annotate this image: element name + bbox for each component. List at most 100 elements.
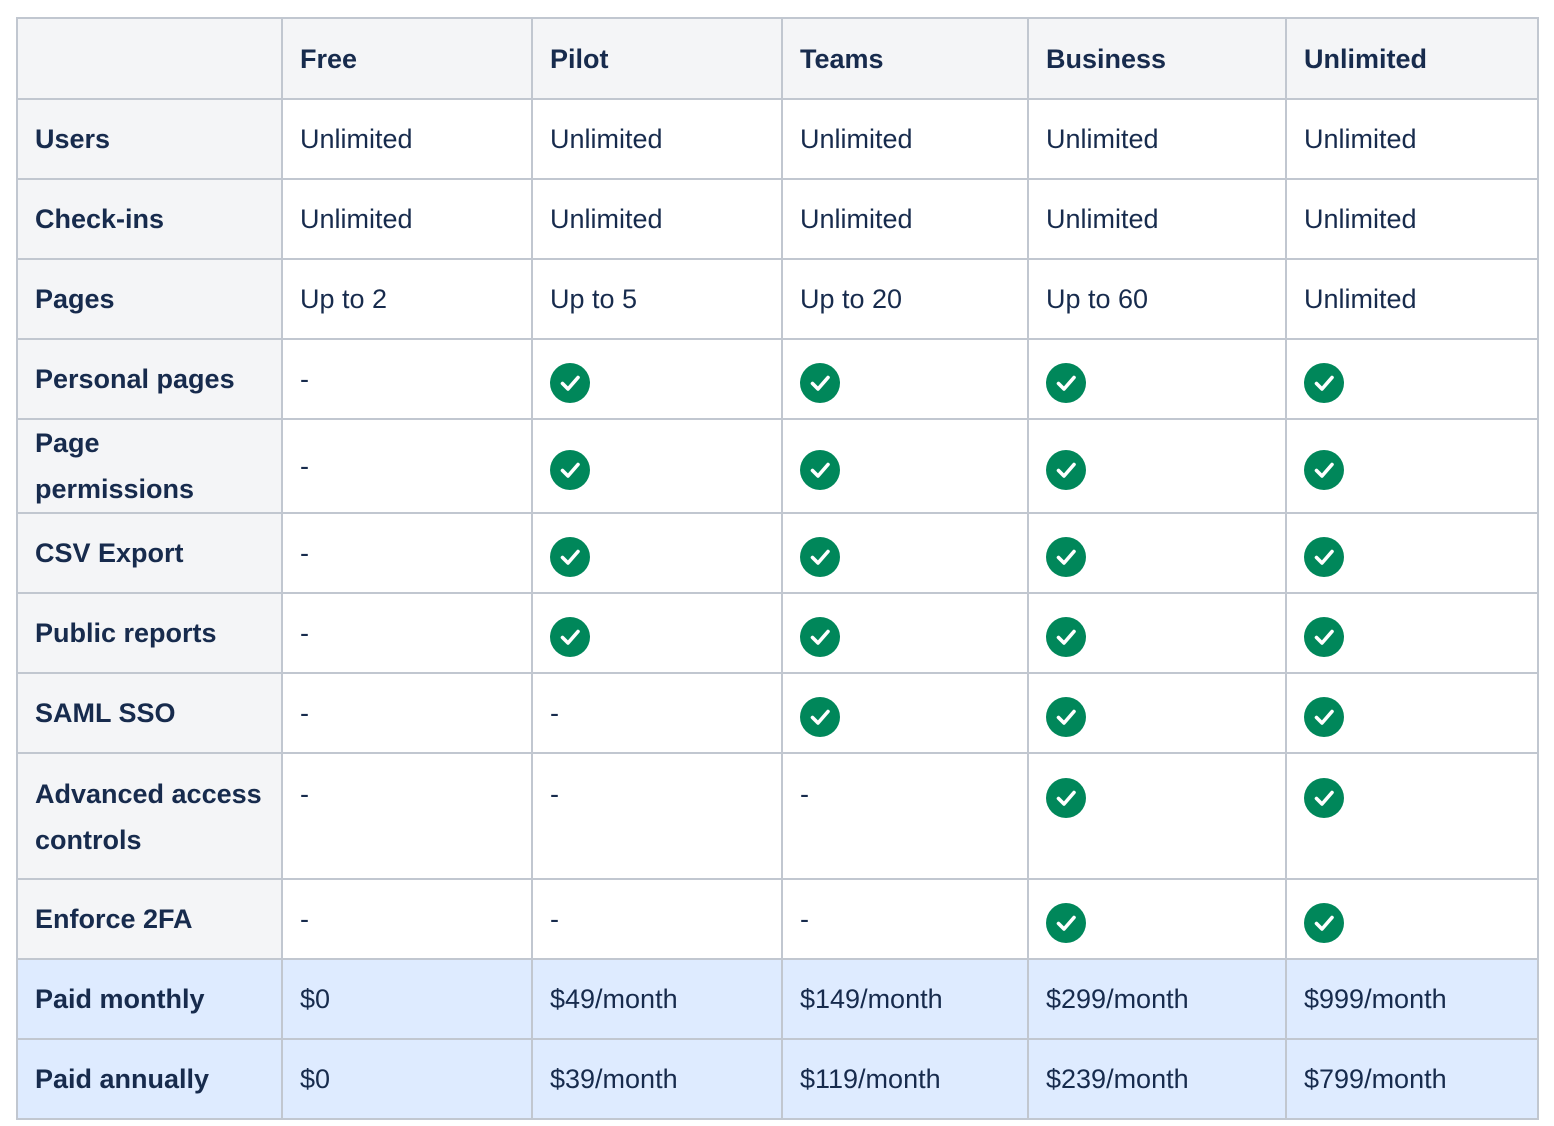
- table-row: CSV Export -: [16, 512, 1539, 594]
- table-cell-teams: [781, 338, 1029, 420]
- cell-value: Up to 2: [300, 284, 388, 314]
- dash-placeholder: -: [300, 364, 309, 394]
- table-cell-pilot: $39/month: [531, 1038, 783, 1120]
- dash-placeholder: -: [300, 538, 309, 568]
- cell-value: $999/month: [1304, 984, 1447, 1014]
- dash-placeholder: -: [800, 779, 809, 809]
- cell-value: Unlimited: [1304, 124, 1417, 154]
- table-cell-business: [1027, 672, 1287, 754]
- table-cell-teams: -: [781, 752, 1029, 880]
- column-header-pilot: Pilot: [531, 17, 783, 100]
- check-icon: [1304, 362, 1344, 403]
- row-label: Enforce 2FA: [16, 878, 283, 960]
- header-row: Free Pilot Teams Business Unlimited: [16, 17, 1539, 100]
- check-icon: [550, 536, 590, 577]
- cell-value: Unlimited: [300, 204, 413, 234]
- table-cell-teams: [781, 418, 1029, 514]
- row-label: Paid annually: [16, 1038, 283, 1120]
- table-row: SAML SSO - -: [16, 672, 1539, 754]
- cell-value: Unlimited: [550, 124, 663, 154]
- table-row: Check-ins Unlimited Unlimited Unlimited Unli…: [16, 178, 1539, 260]
- check-icon: [1046, 536, 1086, 577]
- table-row: Page permissions -: [16, 418, 1539, 514]
- pricing-table: Free Pilot Teams Business Unlimited User…: [16, 17, 1539, 1120]
- table-cell-pilot: Unlimited: [531, 178, 783, 260]
- table-cell-free: -: [281, 672, 533, 754]
- table-cell-free: -: [281, 512, 533, 594]
- cell-value: $799/month: [1304, 1064, 1447, 1094]
- pricing-comparison: Free Pilot Teams Business Unlimited User…: [16, 17, 1539, 1120]
- table-cell-teams: $119/month: [781, 1038, 1029, 1120]
- table-cell-business: [1027, 338, 1287, 420]
- table-cell-business: Unlimited: [1027, 98, 1287, 180]
- table-cell-unlimited: [1285, 752, 1539, 880]
- table-cell-free: -: [281, 338, 533, 420]
- cell-value: $119/month: [800, 1064, 941, 1094]
- check-icon: [1304, 616, 1344, 657]
- table-cell-teams: Up to 20: [781, 258, 1029, 340]
- table-row: Advanced access controls - - -: [16, 752, 1539, 880]
- dash-placeholder: -: [550, 904, 559, 934]
- table-cell-teams: [781, 672, 1029, 754]
- table-cell-unlimited: $999/month: [1285, 958, 1539, 1040]
- dash-placeholder: -: [550, 779, 559, 809]
- column-header-unlimited: Unlimited: [1285, 17, 1539, 100]
- check-icon: [1046, 449, 1086, 490]
- table-cell-unlimited: $799/month: [1285, 1038, 1539, 1120]
- cell-value: Unlimited: [1046, 124, 1159, 154]
- check-icon: [800, 536, 840, 577]
- table-cell-pilot: $49/month: [531, 958, 783, 1040]
- row-label: Page permissions: [16, 418, 283, 514]
- table-cell-unlimited: [1285, 338, 1539, 420]
- cell-value: $239/month: [1046, 1064, 1189, 1094]
- table-row: Paid monthly $0 $49/month $149/month $299/mo…: [16, 958, 1539, 1040]
- dash-placeholder: -: [300, 618, 309, 648]
- row-label: Personal pages: [16, 338, 283, 420]
- row-label: Advanced access controls: [16, 752, 283, 880]
- dash-placeholder: -: [300, 698, 309, 728]
- table-cell-free: -: [281, 752, 533, 880]
- table-row: Enforce 2FA - - -: [16, 878, 1539, 960]
- table-cell-unlimited: Unlimited: [1285, 258, 1539, 340]
- table-cell-pilot: Up to 5: [531, 258, 783, 340]
- table-cell-free: $0: [281, 958, 533, 1040]
- table-cell-pilot: Unlimited: [531, 98, 783, 180]
- table-cell-unlimited: Unlimited: [1285, 98, 1539, 180]
- table-cell-pilot: [531, 418, 783, 514]
- table-cell-free: -: [281, 878, 533, 960]
- dash-placeholder: -: [800, 904, 809, 934]
- table-cell-business: $299/month: [1027, 958, 1287, 1040]
- table-cell-business: Up to 60: [1027, 258, 1287, 340]
- table-cell-pilot: -: [531, 878, 783, 960]
- table-row: Users Unlimited Unlimited Unlimited Unlimite…: [16, 98, 1539, 180]
- dash-placeholder: -: [300, 779, 309, 809]
- table-cell-business: [1027, 752, 1287, 880]
- cell-value: Up to 60: [1046, 284, 1149, 314]
- row-label: Users: [16, 98, 283, 180]
- row-label: Paid monthly: [16, 958, 283, 1040]
- table-cell-teams: Unlimited: [781, 98, 1029, 180]
- table-cell-pilot: [531, 338, 783, 420]
- table-cell-teams: Unlimited: [781, 178, 1029, 260]
- table-cell-free: Up to 2: [281, 258, 533, 340]
- table-cell-teams: [781, 592, 1029, 674]
- row-label: Check-ins: [16, 178, 283, 260]
- check-icon: [800, 696, 840, 737]
- column-header-free: Free: [281, 17, 533, 100]
- column-header-business: Business: [1027, 17, 1287, 100]
- table-row: Paid annually $0 $39/month $119/month $239/m…: [16, 1038, 1539, 1120]
- check-icon: [800, 362, 840, 403]
- check-icon: [1046, 362, 1086, 403]
- cell-value: $0: [300, 1064, 331, 1094]
- table-cell-pilot: [531, 592, 783, 674]
- table-row: Public reports -: [16, 592, 1539, 674]
- check-icon: [1304, 777, 1344, 818]
- column-header-teams: Teams: [781, 17, 1029, 100]
- cell-value: $49/month: [550, 984, 678, 1014]
- cell-value: Unlimited: [800, 124, 913, 154]
- table-cell-pilot: [531, 512, 783, 594]
- dash-placeholder: -: [300, 451, 309, 481]
- table-cell-unlimited: [1285, 418, 1539, 514]
- cell-value: Unlimited: [800, 204, 913, 234]
- table-cell-business: [1027, 592, 1287, 674]
